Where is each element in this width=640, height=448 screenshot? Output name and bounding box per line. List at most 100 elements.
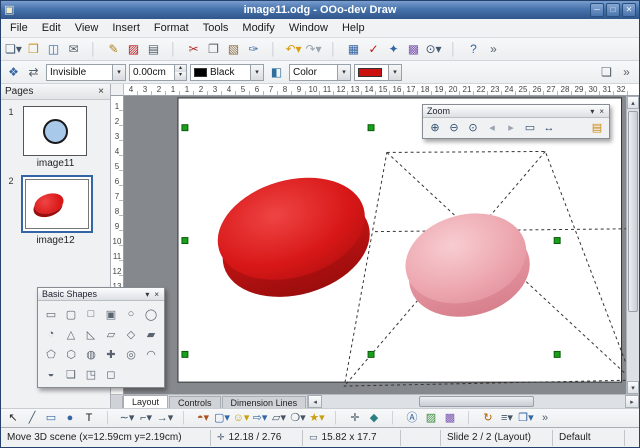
page-thumbnail-image[interactable] [25,179,89,229]
line-button[interactable]: ╱ [23,410,41,426]
edit-file-button[interactable]: ✎ [104,40,123,59]
scroll-down-icon[interactable]: ▾ [627,381,639,394]
close-icon[interactable]: × [598,107,605,116]
menu-item[interactable]: Modify [235,20,281,36]
arrow-style-button[interactable]: ⇄ [24,63,43,82]
separator[interactable]: │ [324,40,343,59]
menu-item[interactable]: Tools [196,20,236,36]
selection-handle[interactable] [368,351,374,357]
area-dialog-button[interactable]: ◧ [267,63,286,82]
separator[interactable]: │ [444,40,463,59]
object-zoom-button[interactable]: ▤ [588,120,606,136]
separator[interactable]: │ [384,410,402,426]
cut-button[interactable]: ✂ [184,40,203,59]
vertical-scroll-track[interactable] [627,109,639,381]
horizontal-scrollbar[interactable]: ◂ ▸ [307,395,639,408]
save-button[interactable]: ◫ [44,40,63,59]
chevron-down-icon[interactable]: ▾ [337,65,350,80]
zoom-out-button[interactable]: ⊖ [445,120,463,136]
ellipse-button[interactable]: ● [61,410,79,426]
line-style-select[interactable]: Invisible ▾ [46,64,126,81]
callouts-button[interactable]: ❍▾ [289,410,307,426]
clone-formatting-button[interactable]: ✑ [244,40,263,59]
scroll-up-icon[interactable]: ▴ [627,96,639,109]
selection-handle[interactable] [182,351,188,357]
help-button[interactable]: ? [464,40,483,59]
vertical-scrollbar[interactable]: ▴ ▾ [626,96,639,394]
shape-cylinder[interactable]: ◒ [41,364,61,384]
shape-cross[interactable]: ✚ [101,344,121,364]
chevron-down-icon[interactable]: ▾ [250,65,263,80]
tab-dimension-lines[interactable]: Dimension Lines [222,396,307,408]
drawing-canvas[interactable]: Zoom ▾ × ⊕⊖⊙◂▸▭↔▤ [124,96,626,394]
insert-picture-button[interactable]: ▨ [422,410,440,426]
chevron-down-icon[interactable]: ▾ [388,65,401,80]
zoom-100-button[interactable]: ⊙ [464,120,482,136]
stars-button[interactable]: ★▾ [308,410,326,426]
menu-item[interactable]: Help [335,20,372,36]
shape-right-triangle[interactable]: ◺ [81,324,101,344]
document-as-email-button[interactable]: ✉ [64,40,83,59]
flowcharts-button[interactable]: ▱▾ [270,410,288,426]
horizontal-scroll-track[interactable] [322,395,625,408]
area-color-select[interactable]: ▾ [354,64,402,81]
open-folder-button[interactable]: ❒ [24,40,43,59]
zoom-button[interactable]: ⊙▾ [424,40,443,59]
vertical-scroll-thumb[interactable] [628,111,638,312]
fontwork-button[interactable]: Ⓐ [403,410,421,426]
selection-handle[interactable] [182,238,188,244]
chevron-down-icon[interactable]: ▾ [144,290,150,299]
shape-ring[interactable]: ◎ [121,344,141,364]
shape-ellipse[interactable]: ◯ [141,304,161,324]
selection-handle[interactable] [368,125,374,131]
shape-rounded-square[interactable]: ▣ [101,304,121,324]
chevron-down-icon[interactable]: ▾ [589,107,595,116]
shape-regular-pentagon[interactable]: ⬠ [41,344,61,364]
selection-handle[interactable] [554,238,560,244]
spellcheck-button[interactable]: ✓ [364,40,383,59]
separator[interactable]: │ [164,40,183,59]
zoom-entire-page-button[interactable]: ▭ [521,120,539,136]
shape-isosceles-triangle[interactable]: △ [61,324,81,344]
horizontal-ruler[interactable]: 4321123456789101112131415161718192021222… [124,84,639,96]
separator[interactable]: │ [99,410,117,426]
zoom-palette-titlebar[interactable]: Zoom ▾ × [423,105,609,118]
object-size-cell[interactable]: ▭ 15.82 x 17.7 [303,430,401,446]
line-width-input[interactable]: 0.00cm ▴ ▾ [129,64,187,81]
separator[interactable]: │ [175,410,193,426]
scroll-left-icon[interactable]: ◂ [308,395,322,408]
close-icon[interactable]: × [96,86,106,97]
page-thumbnail-2[interactable]: 2 [5,175,106,233]
maximize-button[interactable]: □ [606,3,620,17]
shape-cube[interactable]: ❑ [61,364,81,384]
page-thumbnail-image[interactable] [23,106,87,156]
zoom-palette[interactable]: Zoom ▾ × ⊕⊖⊙◂▸▭↔▤ [422,104,610,139]
tab-layout[interactable]: Layout [123,395,168,408]
menu-item[interactable]: Edit [35,20,68,36]
zoom-previous-button[interactable]: ◂ [483,120,501,136]
tab-controls[interactable]: Controls [169,396,221,408]
spin-up-icon[interactable]: ▴ [175,65,186,73]
cursor-position-cell[interactable]: ✛ 12.18 / 2.76 [211,430,303,446]
shape-trapezoid[interactable]: ▱ [101,324,121,344]
shape-parallelogram[interactable]: ▰ [141,324,161,344]
menu-item[interactable]: View [68,20,106,36]
scroll-right-icon[interactable]: ▸ [625,395,639,408]
toolbar-options-button[interactable]: » [617,63,636,82]
alignment-button[interactable]: ≡▾ [498,410,516,426]
area-style-select[interactable]: Color ▾ [289,64,351,81]
undo-button[interactable]: ↶▾ [284,40,303,59]
spin-down-icon[interactable]: ▾ [175,72,186,80]
toolbar-options-button[interactable]: » [484,40,503,59]
new-document-button[interactable]: ❏▾ [4,40,23,59]
chart-button[interactable]: ▦ [344,40,363,59]
shape-circle-pie[interactable]: ◔ [41,324,61,344]
shape-diamond[interactable]: ◇ [121,324,141,344]
menu-item[interactable]: Format [147,20,196,36]
redo-button[interactable]: ↷▾ [304,40,323,59]
horizontal-scroll-thumb[interactable] [419,396,534,407]
separator[interactable]: │ [264,40,283,59]
block-arrows-button[interactable]: ⇨▾ [251,410,269,426]
zoom-next-button[interactable]: ▸ [502,120,520,136]
shape-square[interactable]: □ [81,304,101,324]
